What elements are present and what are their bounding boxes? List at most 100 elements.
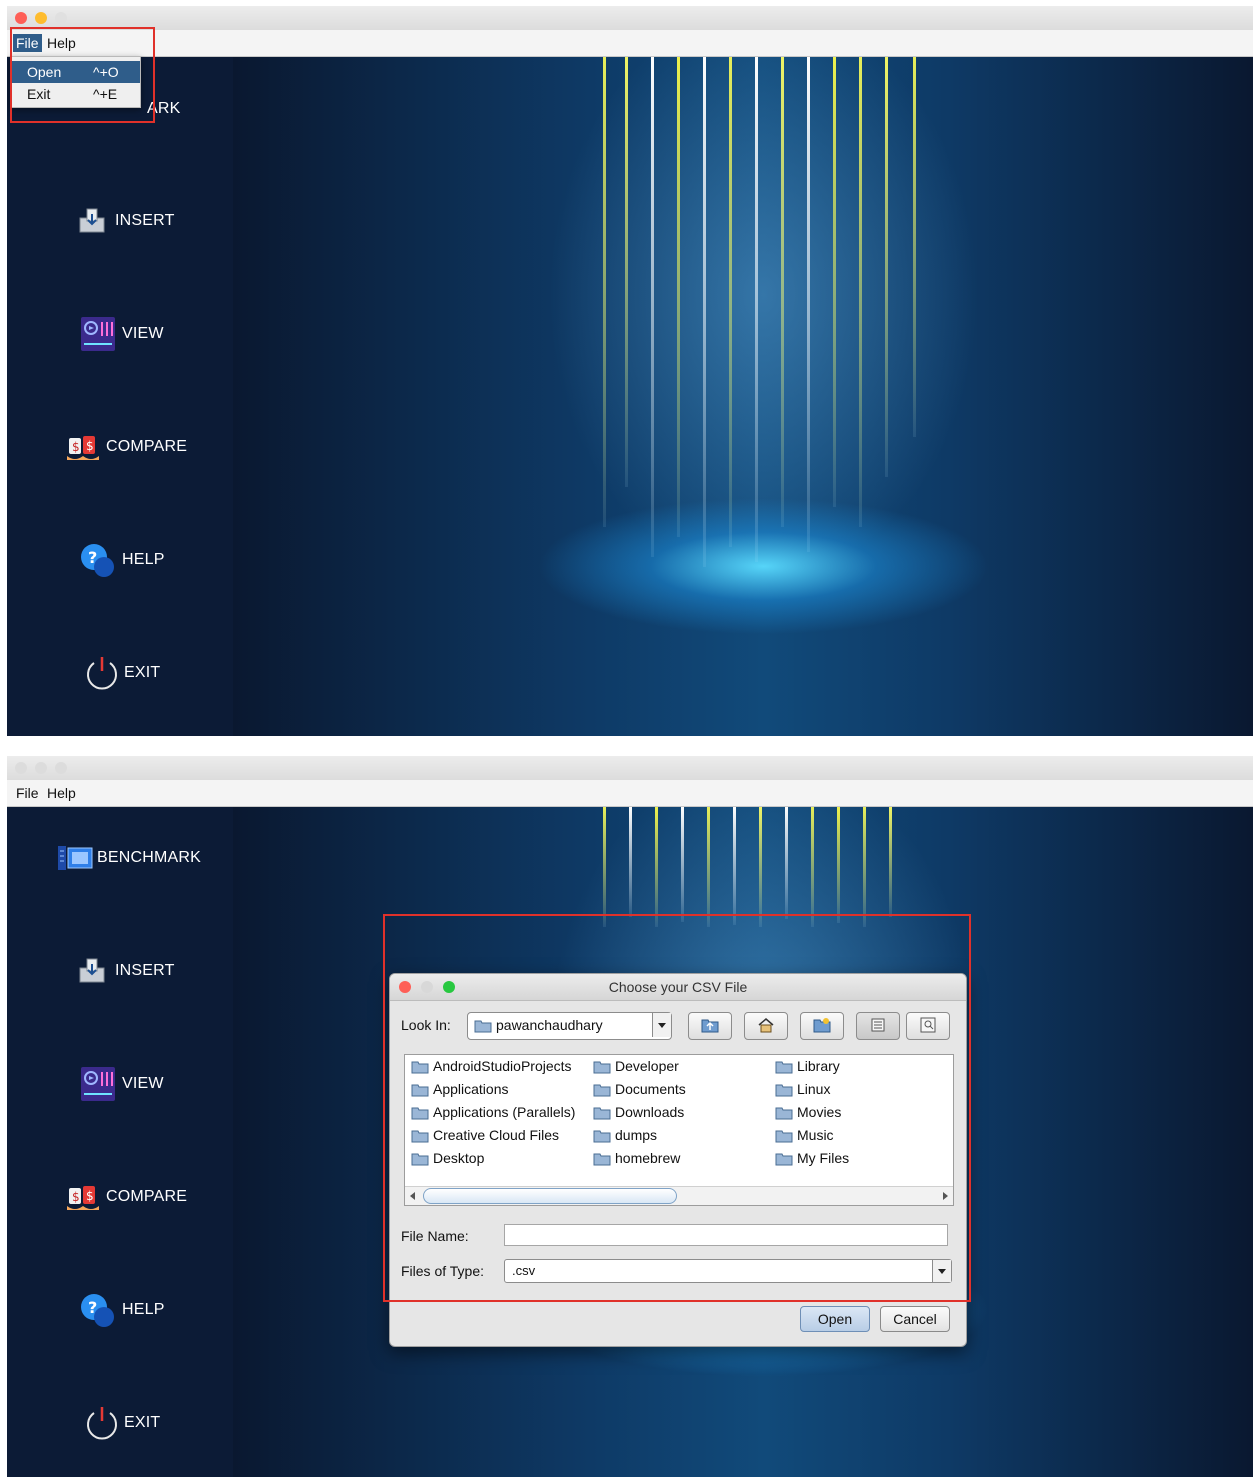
- nav-compare-label: COMPARE: [106, 1188, 188, 1205]
- light-beam: [807, 57, 810, 552]
- menu-file[interactable]: File: [13, 34, 42, 52]
- insert-icon: [77, 206, 107, 241]
- open-button[interactable]: Open: [800, 1306, 870, 1332]
- nav-benchmark[interactable]: BENCHMARK: [7, 842, 233, 876]
- benchmark-icon: [56, 843, 94, 878]
- folder-icon: [411, 1060, 429, 1077]
- menu-file[interactable]: File: [13, 784, 42, 802]
- nav-help-label: HELP: [122, 551, 165, 568]
- horizontal-scrollbar[interactable]: [405, 1186, 953, 1205]
- nav-compare[interactable]: $ $ COMPARE: [7, 431, 233, 465]
- chevron-left-icon[interactable]: [409, 1191, 417, 1201]
- close-window-button[interactable]: [15, 762, 27, 774]
- new-folder-button[interactable]: [800, 1012, 844, 1040]
- scrollbar-thumb[interactable]: [423, 1188, 677, 1204]
- main-window-dialog-open: File Help BENCHMARK INSERT VIEW $ $ COMP…: [7, 756, 1253, 1477]
- nav-view[interactable]: VIEW: [7, 317, 233, 352]
- chevron-down-icon[interactable]: [652, 1013, 671, 1037]
- nav-insert[interactable]: INSERT: [7, 205, 233, 239]
- nav-help[interactable]: ? HELP: [7, 1294, 233, 1328]
- svg-text:?: ?: [88, 1298, 97, 1317]
- svg-text:$: $: [72, 440, 80, 454]
- nav-view[interactable]: VIEW: [7, 1067, 233, 1102]
- zoom-window-button[interactable]: [55, 12, 67, 24]
- zoom-window-button[interactable]: [55, 762, 67, 774]
- nav-exit[interactable]: EXIT: [7, 657, 233, 691]
- file-name: Applications: [433, 1081, 509, 1097]
- menu-item-exit[interactable]: Exit ^+E: [11, 83, 140, 105]
- menu-bar: File Help: [7, 30, 1253, 57]
- light-beam: [913, 57, 916, 437]
- cancel-button[interactable]: Cancel: [880, 1306, 950, 1332]
- menu-item-exit-label: Exit: [27, 86, 51, 102]
- light-beam: [629, 807, 632, 917]
- svg-text:$: $: [86, 1189, 94, 1203]
- file-name: Developer: [615, 1058, 679, 1074]
- file-name-input[interactable]: [504, 1224, 948, 1246]
- nav-exit-label: EXIT: [124, 664, 161, 681]
- window-titlebar: [7, 6, 1253, 30]
- light-beam: [759, 807, 762, 927]
- folder-icon: [775, 1060, 793, 1077]
- nav-help-label: HELP: [122, 1301, 165, 1318]
- minimize-window-button[interactable]: [35, 12, 47, 24]
- file-name: Creative Cloud Files: [433, 1127, 560, 1143]
- light-beam: [677, 57, 680, 537]
- folder-icon: [411, 1129, 429, 1146]
- main-content: ARK INSERT VIEW $ $ COMPARE ? HELP EXIT: [7, 57, 1253, 736]
- folder-icon: [593, 1106, 611, 1123]
- light-beam: [625, 57, 628, 487]
- details-view-button[interactable]: [906, 1012, 950, 1040]
- file-name: Library: [797, 1058, 840, 1074]
- file-name-label: File Name:: [401, 1228, 469, 1244]
- look-in-label: Look In:: [401, 1017, 451, 1033]
- minimize-window-button[interactable]: [35, 762, 47, 774]
- help-icon: ?: [79, 542, 117, 585]
- help-icon: ?: [79, 1292, 117, 1335]
- chevron-right-icon[interactable]: [941, 1191, 949, 1201]
- chevron-down-icon[interactable]: [932, 1260, 951, 1282]
- light-beam: [651, 57, 654, 557]
- menu-bar: File Help: [7, 780, 1253, 807]
- files-of-type-select[interactable]: .csv: [504, 1259, 952, 1283]
- home-button[interactable]: [744, 1012, 788, 1040]
- menu-item-open-label: Open: [27, 64, 62, 80]
- nav-insert[interactable]: INSERT: [7, 955, 233, 989]
- light-beam: [703, 57, 706, 567]
- menu-help[interactable]: Help: [44, 34, 79, 52]
- look-in-combobox[interactable]: pawanchaudhary: [467, 1012, 672, 1040]
- folder-icon: [775, 1129, 793, 1146]
- light-beam: [707, 807, 710, 927]
- dialog-titlebar: Choose your CSV File: [390, 974, 966, 1001]
- file-name: Movies: [797, 1104, 842, 1120]
- list-view-button[interactable]: [856, 1012, 900, 1040]
- insert-icon: [77, 956, 107, 991]
- svg-text:$: $: [72, 1190, 80, 1204]
- menu-item-open[interactable]: Open ^+O: [11, 61, 140, 83]
- nav-help[interactable]: ? HELP: [7, 544, 233, 578]
- light-beam: [681, 807, 684, 922]
- window-titlebar: [7, 756, 1253, 780]
- list-view-icon: [871, 1018, 885, 1032]
- nav-compare[interactable]: $ $ COMPARE: [7, 1181, 233, 1215]
- svg-text:$: $: [86, 439, 94, 453]
- compare-icon: $ $: [65, 1182, 101, 1219]
- menu-help[interactable]: Help: [44, 784, 79, 802]
- nav-compare-label: COMPARE: [106, 438, 188, 455]
- folder-icon: [411, 1152, 429, 1169]
- close-window-button[interactable]: [15, 12, 27, 24]
- file-name: My Files: [797, 1150, 850, 1166]
- nav-benchmark-label: ARK: [147, 100, 181, 117]
- up-folder-button[interactable]: [688, 1012, 732, 1040]
- nav-exit[interactable]: EXIT: [7, 1407, 233, 1441]
- file-name: AndroidStudioProjects: [433, 1058, 572, 1074]
- file-list: AndroidStudioProjects Applications Appli…: [404, 1054, 954, 1206]
- folder-icon: [593, 1152, 611, 1169]
- file-dropdown-menu: Open ^+O Exit ^+E: [10, 56, 141, 108]
- folder-icon: [775, 1083, 793, 1100]
- light-beam: [781, 57, 784, 527]
- nav-insert-label: INSERT: [115, 212, 175, 229]
- home-icon: [758, 1018, 774, 1033]
- up-folder-icon: [701, 1019, 719, 1033]
- view-icon: [80, 1066, 116, 1107]
